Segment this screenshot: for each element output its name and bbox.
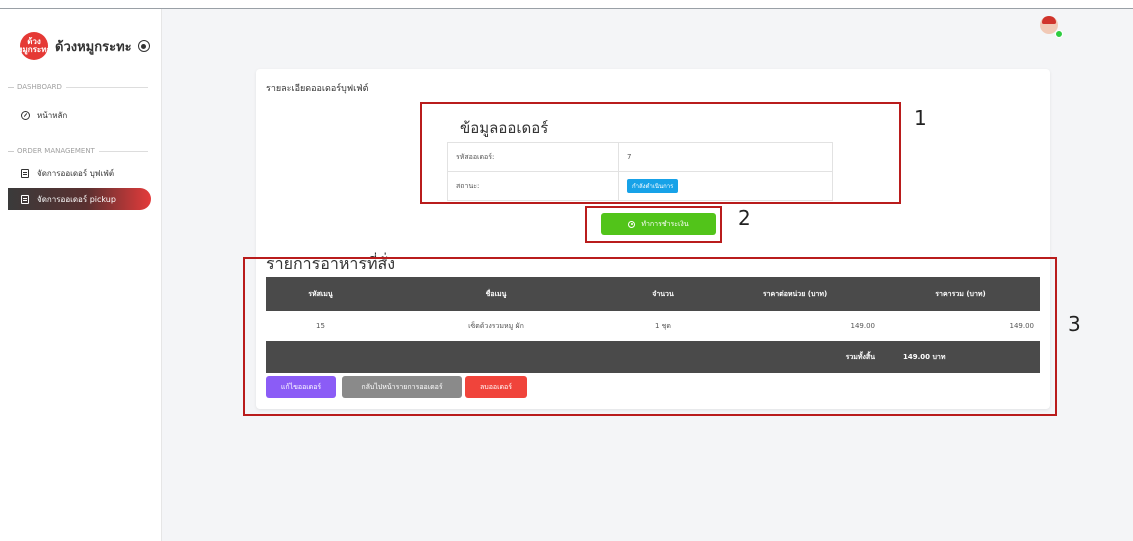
section-label-dashboard: DASHBOARD <box>8 83 148 91</box>
sidebar-item-pickup-orders[interactable]: จัดการออเดอร์ pickup <box>8 188 151 210</box>
brand-name: ด้วงหมูกระทะ <box>55 39 132 55</box>
annotation-box-food-list <box>243 257 1057 416</box>
annotation-number-2: 2 <box>738 206 751 230</box>
top-border <box>0 0 1133 9</box>
sidebar-item-home[interactable]: หน้าหลัก <box>8 104 151 126</box>
sidebar-toggle-icon[interactable] <box>137 40 150 52</box>
sidebar-item-label: จัดการออเดอร์ บุฟเฟ่ต์ <box>37 168 115 178</box>
sidebar-item-label: หน้าหลัก <box>37 110 68 120</box>
document-icon <box>20 194 30 204</box>
online-status-dot <box>1055 30 1063 38</box>
brand-logo: ด้วง หมูกระทะ <box>17 32 51 60</box>
page-title: รายละเอียดออเดอร์บุฟเฟ่ต์ <box>266 84 369 94</box>
dashboard-icon <box>20 110 30 120</box>
annotation-box-order-info <box>420 102 901 204</box>
annotation-number-1: 1 <box>914 106 927 130</box>
sidebar-item-label: จัดการออเดอร์ pickup <box>37 194 116 204</box>
sidebar: ด้วง หมูกระทะ ด้วงหมูกระทะ DASHBOARD หน้… <box>0 9 162 541</box>
document-icon <box>20 168 30 178</box>
annotation-box-pay <box>585 206 722 243</box>
section-label-order-management: ORDER MANAGEMENT <box>8 147 148 155</box>
annotation-number-3: 3 <box>1068 312 1081 336</box>
brand[interactable]: ด้วง หมูกระทะ ด้วงหมูกระทะ <box>17 31 150 61</box>
sidebar-item-buffet-orders[interactable]: จัดการออเดอร์ บุฟเฟ่ต์ <box>8 162 151 184</box>
